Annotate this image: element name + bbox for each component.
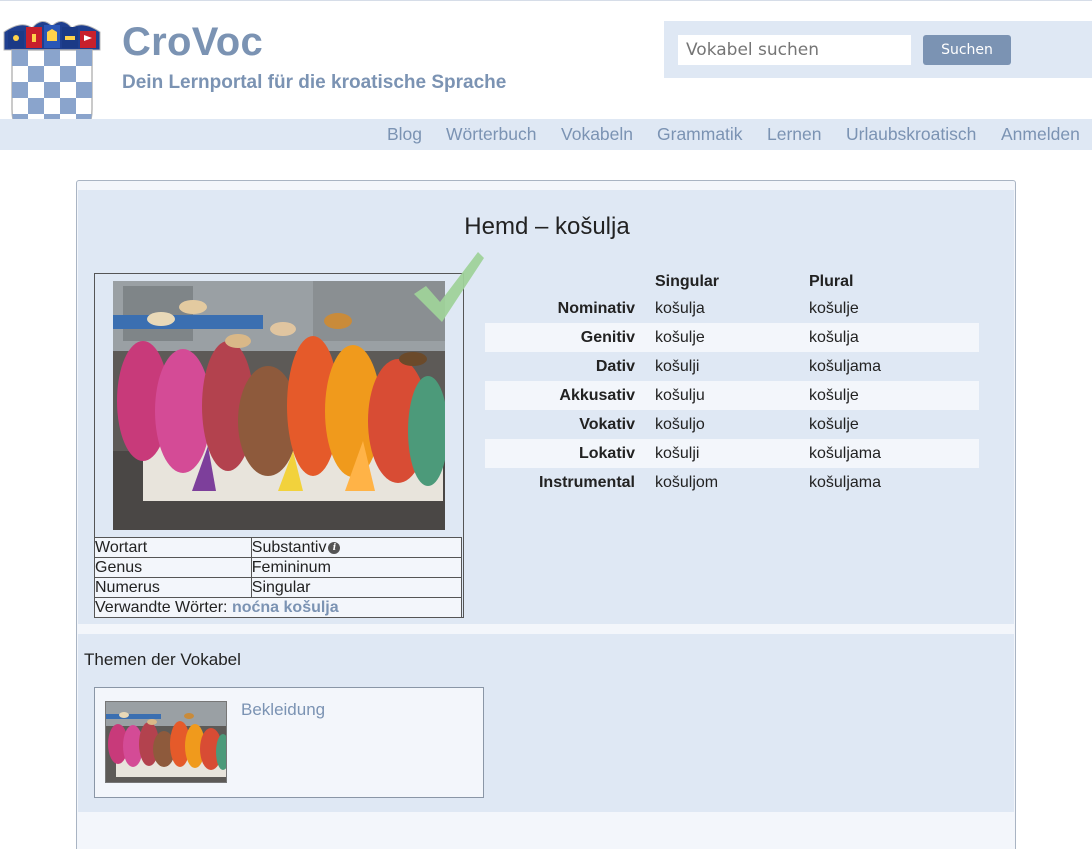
nav-item-woerterbuch[interactable]: Wörterbuch xyxy=(446,124,536,145)
case-name: Instrumental xyxy=(538,473,635,491)
nav-item-grammatik[interactable]: Grammatik xyxy=(657,124,743,145)
search-input[interactable] xyxy=(678,35,911,65)
search-button[interactable]: Suchen xyxy=(923,35,1011,65)
info-value: Singular xyxy=(250,577,463,598)
vocab-photo xyxy=(113,281,445,530)
declension-row: Instrumental košuljom košuljama xyxy=(485,468,979,497)
nav-item-lernen[interactable]: Lernen xyxy=(767,124,822,145)
case-name: Lokativ xyxy=(485,439,645,468)
case-name: Vokativ xyxy=(579,415,635,433)
plural-form: košulje xyxy=(809,415,859,433)
related-words-row: Verwandte Wörter: noćna košulja xyxy=(94,597,462,618)
word-info-table: Wortart Substantiv i Genus Femininum Nume… xyxy=(94,537,463,618)
singular-form: košulji xyxy=(655,357,700,375)
info-row: Numerus Singular xyxy=(94,577,463,598)
topic-card[interactable]: Bekleidung xyxy=(94,687,484,798)
declension-row: Akkusativ košulju košulje xyxy=(485,381,979,410)
info-value: Femininum xyxy=(250,557,463,578)
info-value: Substantiv i xyxy=(250,537,463,558)
declension-header-case xyxy=(485,265,645,294)
search-bar: Suchen xyxy=(664,21,1092,78)
plural-form: košuljama xyxy=(809,357,882,375)
case-name: Akkusativ xyxy=(485,381,645,410)
plural-header: Plural xyxy=(809,273,854,290)
checkmark-icon xyxy=(414,252,484,322)
site-subtitle: Dein Lernportal für die kroatische Sprac… xyxy=(122,72,507,93)
singular-form: košulji xyxy=(645,439,809,468)
nav-item-vokabeln[interactable]: Vokabeln xyxy=(561,124,633,145)
singular-header: Singular xyxy=(655,273,720,290)
singular-form: košulju xyxy=(645,381,809,410)
nav-item-urlaubskroatisch[interactable]: Urlaubskroatisch xyxy=(846,124,976,145)
word-type-value: Substantiv xyxy=(251,538,327,556)
info-key: Wortart xyxy=(94,537,252,558)
declension-row: Dativ košulji košuljama xyxy=(485,352,979,381)
info-row: Genus Femininum xyxy=(94,557,463,578)
related-words-cell: Verwandte Wörter: noćna košulja xyxy=(94,597,462,618)
case-name: Dativ xyxy=(595,357,635,375)
plural-form: košuljama xyxy=(809,473,882,491)
word-title: Hemd – košulja xyxy=(464,213,630,240)
declension-row: Vokativ košuljo košulje xyxy=(485,410,979,439)
singular-form: košuljom xyxy=(655,473,719,491)
plural-form: košulja xyxy=(809,323,979,352)
info-key: Numerus xyxy=(94,577,252,598)
plural-form: košulje xyxy=(809,381,979,410)
topic-label[interactable]: Bekleidung xyxy=(241,700,325,720)
declension-row: Lokativ košulji košuljama xyxy=(485,439,979,468)
singular-form: košulja xyxy=(655,299,705,317)
main-nav: Blog Wörterbuch Vokabeln Grammatik Lerne… xyxy=(0,119,1092,150)
declension-row: Genitiv košulje košulja xyxy=(485,323,979,352)
nav-item-anmelden[interactable]: Anmelden xyxy=(1001,124,1080,145)
word-info-box: Wortart Substantiv i Genus Femininum Nume… xyxy=(94,273,464,618)
declension-table: Singular Plural Nominativ košulja košulj… xyxy=(485,265,979,497)
vocab-card: Hemd – košulja Wortart Substantiv i Genu… xyxy=(76,180,1016,849)
topics-section: Themen der Vokabel Bekleidung xyxy=(78,634,1014,812)
case-name: Genitiv xyxy=(485,323,645,352)
topics-heading: Themen der Vokabel xyxy=(84,650,241,669)
topic-thumbnail[interactable] xyxy=(105,701,227,783)
info-key: Genus xyxy=(94,557,252,578)
info-icon[interactable]: i xyxy=(328,541,341,554)
plural-form: košuljama xyxy=(809,439,979,468)
declension-row: Nominativ košulja košulje xyxy=(485,294,979,323)
related-word-link[interactable]: noćna košulja xyxy=(232,599,339,616)
related-words-label: Verwandte Wörter: xyxy=(95,598,228,616)
top-border xyxy=(0,0,1092,1)
plural-form: košulje xyxy=(809,299,859,317)
singular-form: košulje xyxy=(645,323,809,352)
declension-header-row: Singular Plural xyxy=(485,265,979,294)
singular-form: košuljo xyxy=(655,415,705,433)
nav-item-blog[interactable]: Blog xyxy=(387,124,422,145)
case-name: Nominativ xyxy=(557,299,635,317)
site-title[interactable]: CroVoc xyxy=(122,20,263,65)
vocab-detail-section: Hemd – košulja Wortart Substantiv i Genu… xyxy=(78,190,1014,624)
info-row: Wortart Substantiv i xyxy=(94,537,463,558)
